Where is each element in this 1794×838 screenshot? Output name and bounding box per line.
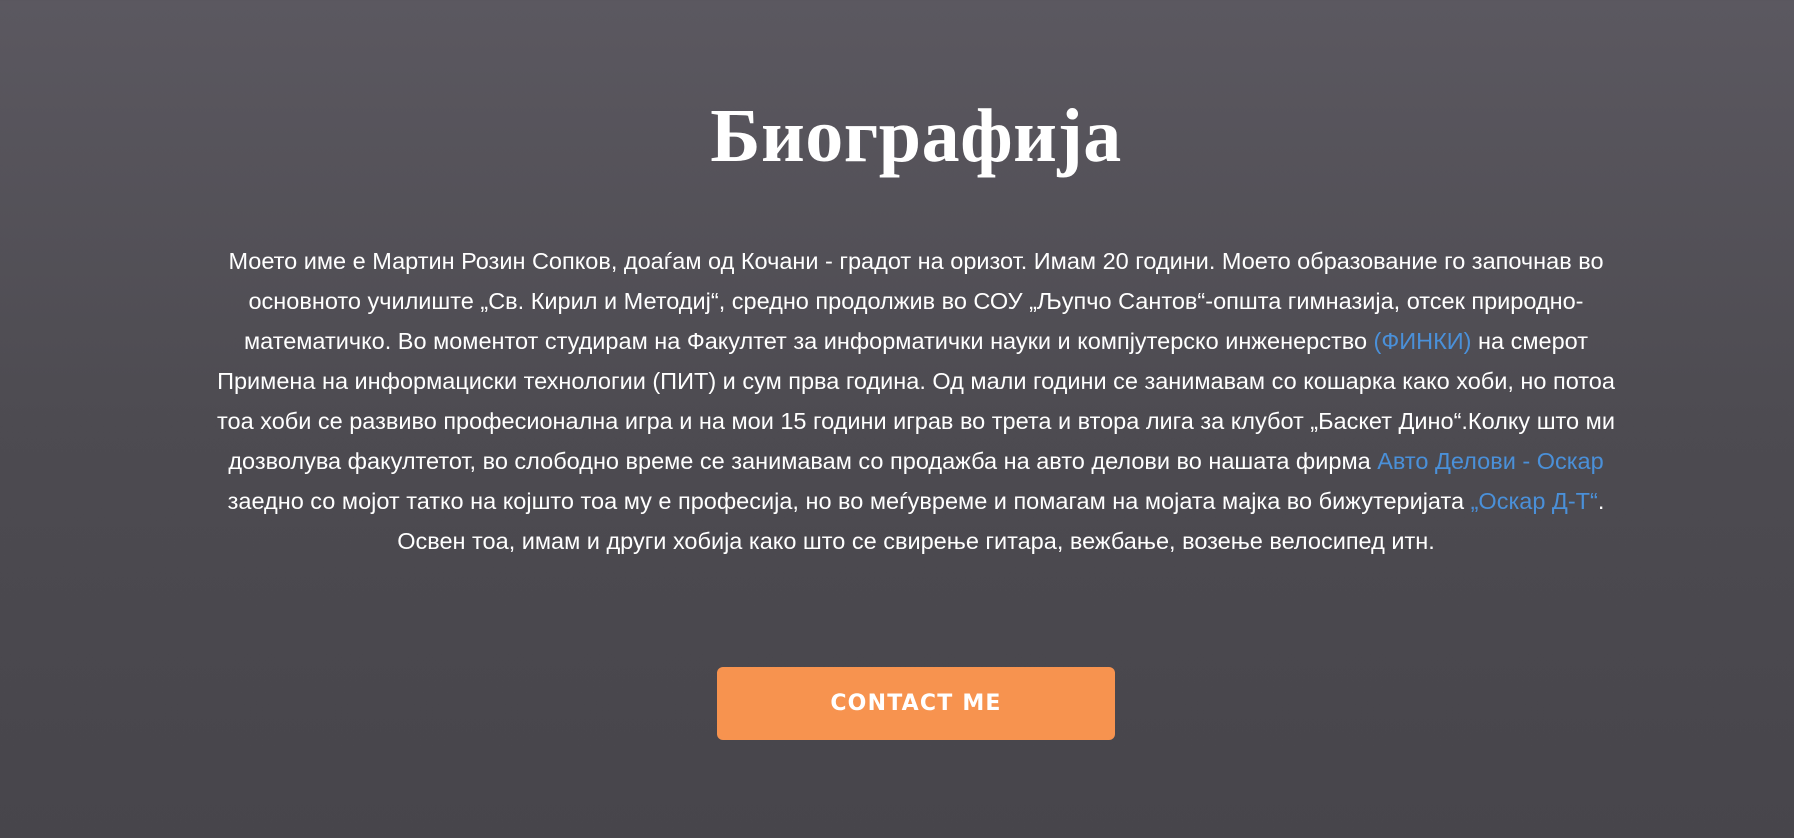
bio-text-3: заедно со мојот татко на којшто тоа му е… <box>227 488 1471 514</box>
avto-delovi-link[interactable]: Авто Делови - Оскар <box>1377 448 1603 474</box>
finki-link[interactable]: (ФИНКИ) <box>1374 328 1472 354</box>
oskar-dt-link[interactable]: „Оскар Д-Т“ <box>1471 488 1598 514</box>
contact-me-button[interactable]: CONTACT ME <box>717 667 1115 740</box>
page-title: Биографија <box>710 94 1122 178</box>
bio-paragraph: Моето име е Мартин Розин Сопков, доаѓам … <box>200 241 1632 561</box>
biography-section: Биографија Моето име е Мартин Розин Сопк… <box>0 0 1794 838</box>
